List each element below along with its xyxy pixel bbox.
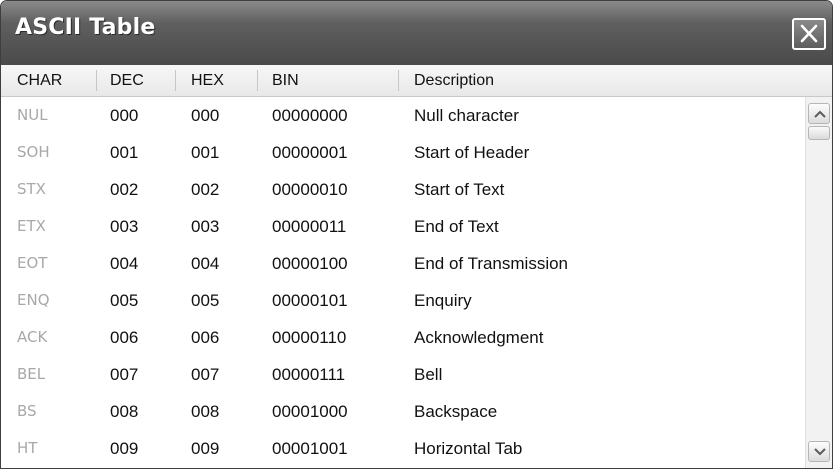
cell-char: SOH	[17, 143, 50, 161]
cell-dec: 004	[110, 254, 139, 273]
table-row[interactable]: SOH 001 001 00000001 Start of Header	[1, 134, 805, 171]
table-row[interactable]: ACK 006 006 00000110 Acknowledgment	[1, 319, 805, 356]
cell-description: Acknowledgment	[414, 328, 544, 347]
table-header: CHAR DEC HEX BIN Description	[1, 65, 832, 97]
cell-char: HT	[17, 439, 38, 457]
column-divider[interactable]	[257, 70, 258, 91]
cell-hex: 001	[191, 143, 220, 162]
cell-dec: 008	[110, 402, 139, 421]
cell-description: Null character	[414, 106, 519, 125]
table-row[interactable]: BS 008 008 00001000 Backspace	[1, 393, 805, 430]
cell-dec: 006	[110, 328, 139, 347]
cell-hex: 000	[191, 106, 220, 125]
table-row[interactable]: BEL 007 007 00000111 Bell	[1, 356, 805, 393]
window-title: ASCII Table	[15, 15, 156, 40]
column-header-bin[interactable]: BIN	[272, 65, 299, 96]
cell-char: BEL	[17, 365, 46, 383]
cell-hex: 009	[191, 439, 220, 458]
table-row[interactable]: ETX 003 003 00000011 End of Text	[1, 208, 805, 245]
cell-bin: 00000101	[272, 291, 348, 310]
column-divider[interactable]	[398, 70, 399, 91]
scroll-down-button[interactable]	[808, 441, 830, 462]
scroll-thumb[interactable]	[808, 126, 830, 140]
table-row[interactable]: EOT 004 004 00000100 End of Transmission	[1, 245, 805, 282]
cell-description: End of Text	[414, 217, 499, 236]
cell-hex: 006	[191, 328, 220, 347]
chevron-up-icon	[814, 110, 826, 118]
cell-dec: 009	[110, 439, 139, 458]
cell-description: Backspace	[414, 402, 498, 421]
table-row[interactable]: NUL 000 000 00000000 Null character	[1, 97, 805, 134]
vertical-scrollbar[interactable]	[805, 97, 832, 468]
cell-hex: 003	[191, 217, 220, 236]
cell-bin: 00000011	[272, 217, 347, 236]
cell-char: ETX	[17, 217, 46, 235]
cell-description: Horizontal Tab	[414, 439, 523, 458]
cell-bin: 00000001	[272, 143, 348, 162]
table-row[interactable]: ENQ 005 005 00000101 Enquiry	[1, 282, 805, 319]
column-header-dec[interactable]: DEC	[110, 65, 144, 96]
cell-description: Bell	[414, 365, 443, 384]
table-row[interactable]: STX 002 002 00000010 Start of Text	[1, 171, 805, 208]
column-header-char[interactable]: CHAR	[17, 65, 62, 96]
cell-hex: 002	[191, 180, 220, 199]
cell-bin: 00000000	[272, 106, 348, 125]
cell-char: ACK	[17, 328, 48, 346]
close-button[interactable]	[792, 18, 826, 50]
cell-char: STX	[17, 180, 46, 198]
cell-char: EOT	[17, 254, 48, 272]
table-body: NUL 000 000 00000000 Null character SOH …	[1, 97, 805, 468]
cell-bin: 00000110	[272, 328, 347, 347]
scroll-up-button[interactable]	[808, 103, 830, 124]
cell-char: NUL	[17, 106, 48, 124]
cell-dec: 007	[110, 365, 139, 384]
cell-char: BS	[17, 402, 37, 420]
cell-description: Start of Header	[414, 143, 530, 162]
table-row[interactable]: HT 009 009 00001001 Horizontal Tab	[1, 430, 805, 467]
cell-bin: 00001001	[272, 439, 348, 458]
cell-hex: 008	[191, 402, 220, 421]
cell-dec: 003	[110, 217, 139, 236]
cell-bin: 00000010	[272, 180, 348, 199]
chevron-down-icon	[814, 448, 826, 456]
cell-dec: 005	[110, 291, 139, 310]
cell-bin: 00000111	[272, 365, 346, 384]
title-bar[interactable]: ASCII Table	[1, 1, 832, 65]
column-divider[interactable]	[175, 70, 176, 91]
cell-hex: 005	[191, 291, 220, 310]
cell-bin: 00000100	[272, 254, 348, 273]
cell-dec: 000	[110, 106, 139, 125]
ascii-table-window: ASCII Table CHAR DEC HEX BIN Description…	[0, 0, 833, 469]
cell-description: End of Transmission	[414, 254, 569, 273]
column-divider[interactable]	[96, 70, 97, 91]
cell-char: ENQ	[17, 291, 50, 309]
cell-dec: 002	[110, 180, 139, 199]
column-header-description[interactable]: Description	[414, 65, 494, 96]
column-header-hex[interactable]: HEX	[191, 65, 224, 96]
cell-dec: 001	[110, 143, 139, 162]
cell-hex: 004	[191, 254, 220, 273]
cell-description: Start of Text	[414, 180, 505, 199]
cell-bin: 00001000	[272, 402, 348, 421]
close-icon	[800, 24, 818, 43]
cell-hex: 007	[191, 365, 220, 384]
cell-description: Enquiry	[414, 291, 472, 310]
